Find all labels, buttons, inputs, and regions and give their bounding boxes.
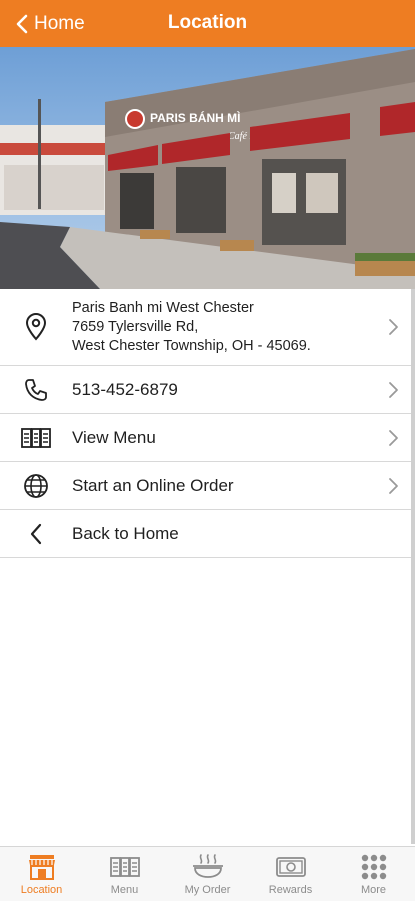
storefront-photo: PARIS BÁNH MÌ Café Bakery [0, 47, 415, 289]
address-street: 7659 Tylersville Rd, [72, 318, 199, 335]
page-title: Location [167, 12, 248, 33]
location-name: Paris Banh mi West Chester [72, 299, 254, 316]
hot-dish-icon [192, 853, 224, 881]
chevron-right-icon [389, 429, 398, 446]
online-order-row[interactable]: Start an Online Order [0, 462, 415, 510]
chevron-right-icon [389, 477, 398, 494]
phone-icon [20, 374, 52, 406]
menu-book-icon [20, 422, 52, 454]
address-city: West Chester Township, OH - 45069. [72, 337, 311, 354]
bottom-tab-bar: Location Menu My Order Rewards More [0, 846, 415, 901]
grid-dots-icon [358, 853, 390, 881]
top-navigation-bar: Home Location [0, 0, 415, 47]
view-menu-label: View Menu [72, 427, 156, 447]
tab-more[interactable]: More [332, 847, 415, 901]
tab-location[interactable]: Location [0, 847, 83, 901]
address-row[interactable]: Paris Banh mi West Chester 7659 Tylersvi… [0, 289, 415, 366]
back-to-home-row[interactable]: Back to Home [0, 510, 415, 558]
tab-label: Location [20, 884, 63, 896]
globe-icon [20, 470, 52, 502]
scrollbar-thumb[interactable] [411, 289, 415, 844]
online-order-label: Start an Online Order [72, 475, 234, 495]
chevron-right-icon [389, 319, 398, 335]
menu-book-icon [109, 853, 141, 881]
tab-label: More [360, 884, 387, 896]
map-pin-icon [20, 311, 52, 343]
back-to-home-label: Back to Home [72, 523, 179, 543]
tab-rewards[interactable]: Rewards [249, 847, 332, 901]
store-icon [26, 853, 58, 881]
view-menu-row[interactable]: View Menu [0, 414, 415, 462]
cash-icon [275, 853, 307, 881]
location-details-list: Paris Banh mi West Chester 7659 Tylersvi… [0, 289, 415, 558]
phone-number: 513-452-6879 [72, 379, 178, 399]
tab-label: Menu [110, 884, 139, 896]
store-sign-text: PARIS BÁNH MÌ [150, 110, 240, 125]
tab-label: My Order [184, 884, 231, 896]
tab-label: Rewards [268, 884, 313, 896]
chevron-right-icon [389, 381, 398, 398]
chevron-left-icon [20, 518, 52, 550]
tab-menu[interactable]: Menu [83, 847, 166, 901]
tab-my-order[interactable]: My Order [166, 847, 249, 901]
phone-row[interactable]: 513-452-6879 [0, 366, 415, 414]
